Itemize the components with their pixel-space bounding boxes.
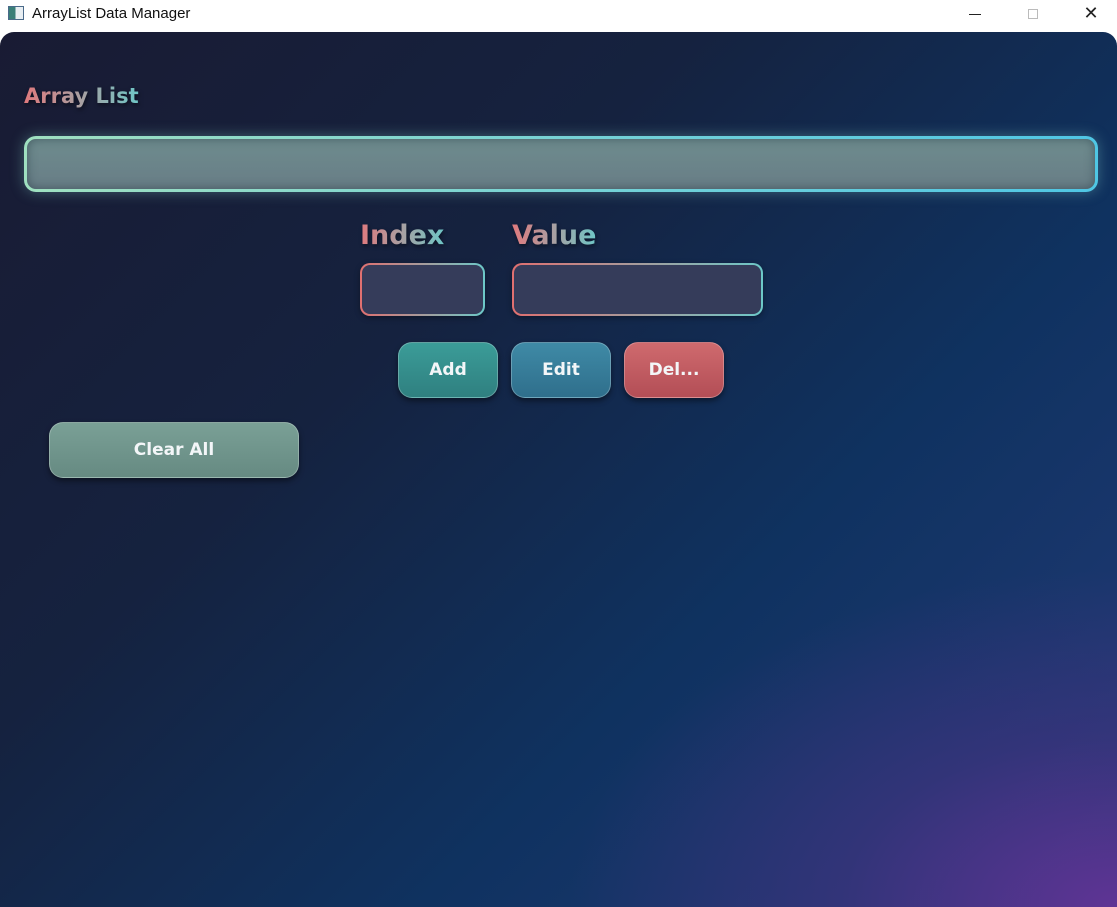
array-list-content[interactable] [27, 139, 1095, 189]
value-field-frame [512, 263, 763, 316]
array-list-title: Array List [24, 84, 139, 108]
delete-button[interactable]: Del... [624, 342, 724, 398]
clear-all-button[interactable]: Clear All [49, 422, 299, 478]
index-field-frame [360, 263, 485, 316]
array-list-box[interactable] [24, 136, 1098, 192]
window-title: ArrayList Data Manager [32, 5, 191, 22]
window-titlebar: ArrayList Data Manager ✕ [0, 0, 1117, 30]
app-content: Array List Index Value Add Edit Del... C… [0, 32, 1117, 907]
minimize-button[interactable] [946, 0, 1004, 28]
index-input[interactable] [362, 265, 483, 314]
close-icon: ✕ [1083, 3, 1099, 24]
close-button[interactable]: ✕ [1062, 0, 1117, 28]
add-button[interactable]: Add [398, 342, 498, 398]
value-label: Value [512, 220, 597, 251]
maximize-icon [1028, 9, 1038, 19]
app-window-icon [8, 6, 24, 20]
minimize-icon [969, 13, 981, 15]
maximize-button[interactable] [1004, 0, 1062, 28]
value-input[interactable] [514, 265, 761, 314]
edit-button[interactable]: Edit [511, 342, 611, 398]
index-label: Index [360, 220, 445, 251]
